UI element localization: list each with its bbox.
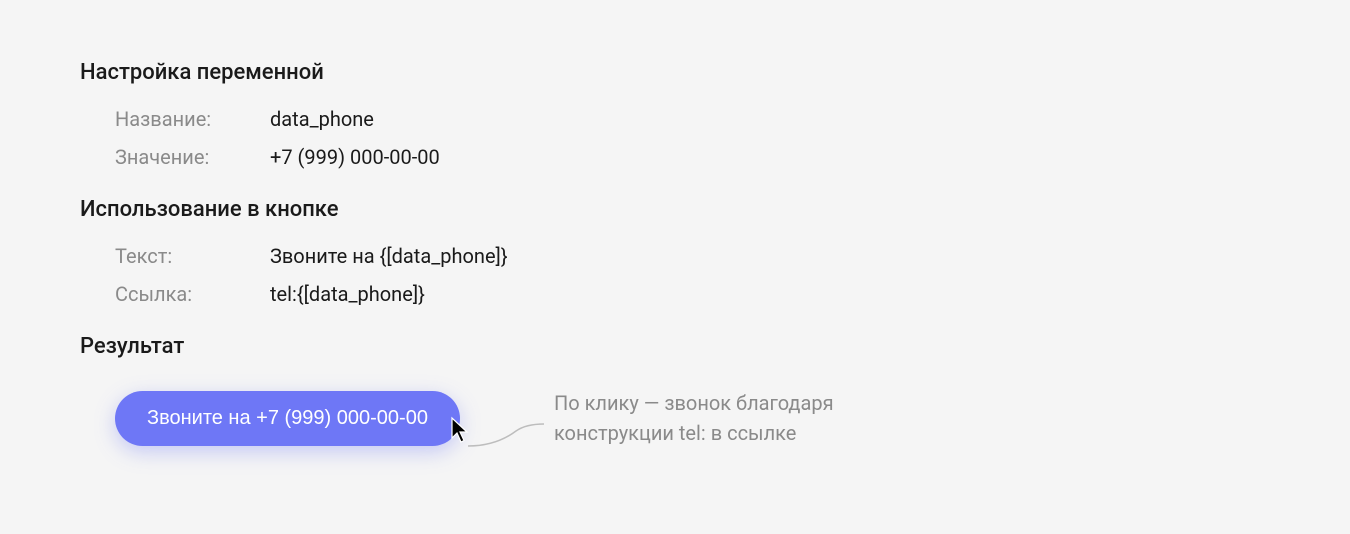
variable-value-label: Значение: [115,145,270,169]
usage-link-label: Ссылка: [115,282,270,306]
call-button[interactable]: Звоните на +7 (999) 000-00-00 [115,391,460,446]
result-note: По клику — звонок благодаря конструкции … [554,388,914,448]
usage-text-value: Звоните на {[data_phone]} [270,244,508,268]
result-heading: Результат [80,334,1270,359]
variable-name-value: data_phone [270,107,374,131]
connector-line [466,421,546,455]
variable-name-label: Название: [115,107,270,131]
variable-value-value: +7 (999) 000-00-00 [270,145,440,169]
usage-text-label: Текст: [115,244,270,268]
usage-link-value: tel:{[data_phone]} [270,282,425,306]
variable-heading: Настройка переменной [80,60,1270,85]
cursor-icon [450,416,472,448]
usage-heading: Использование в кнопке [80,197,1270,222]
